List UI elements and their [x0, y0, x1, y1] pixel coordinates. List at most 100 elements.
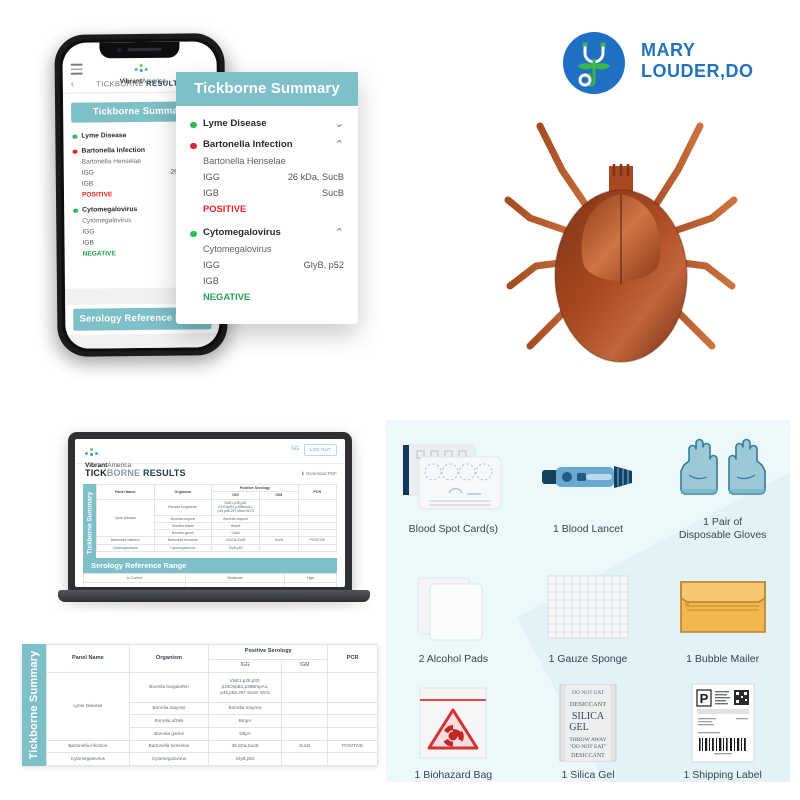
cell-panel-name: Bartonella infection [46, 739, 130, 754]
cell-igm [259, 543, 299, 552]
results-detail-table: Tickborne Summary Panel Name Organism Po… [22, 644, 378, 766]
cell-igm [259, 521, 299, 531]
tick-illustration [478, 108, 764, 370]
cell-igm [280, 714, 329, 728]
chevron-up-icon[interactable]: ⌃ [335, 225, 344, 241]
kit-item: DO NOT EAT DESICCANT SILICA GEL THROW AW… [521, 681, 656, 782]
table-row: Cytomegalovirus Cytomegalovirus GlyB,p52 [96, 543, 338, 552]
igg-label: IGG [82, 228, 95, 236]
status-dot-green [72, 134, 77, 139]
user-initials-badge[interactable]: GG [291, 446, 299, 452]
panel-name: Bartonella Infection [81, 146, 146, 155]
blood-spot-card-icon [401, 435, 505, 519]
kit-item: 1 Biohazard Bag [386, 681, 521, 782]
cell-organism: Cytomegalovirus [153, 543, 213, 552]
igg-value: GlyB, p52 [303, 260, 344, 270]
alcohol-pads-icon [408, 565, 498, 649]
svg-text:P: P [699, 691, 708, 706]
table-row: Lyme Disease Borrelia burgdorferi VlsE1,… [96, 498, 338, 538]
gauze-sponge-icon [545, 565, 631, 649]
chevron-down-icon[interactable]: ⌄ [335, 116, 344, 132]
logo-circle [563, 32, 625, 94]
cell-igm: SucB [280, 739, 329, 754]
svg-text:DO NOT EAT: DO NOT EAT [572, 690, 605, 696]
title-part-tick: TICK [85, 468, 107, 478]
tickborne-summary-card: Tickborne Summary Lyme Disease ⌄ Bartone… [176, 72, 358, 324]
kit-item: 1 Blood Lancet [521, 420, 656, 551]
cell-igg: Borrelia mayonii [211, 514, 261, 523]
cell-organism: Borrelia mayonii [153, 514, 213, 523]
title-part-borne: BORNE [106, 468, 144, 478]
cell-igm [259, 498, 299, 516]
cell-pcr [297, 498, 338, 516]
page-root: VibrantAmerica ‹ TICKBORNE RESULTS Tickb… [0, 0, 800, 800]
svg-text:DESICCANT: DESICCANT [571, 753, 605, 759]
detail-table: Panel Name Organism Positive Serology PC… [46, 644, 378, 766]
cell-pcr: POSITIVE [327, 739, 378, 754]
cell-organism: Bartonella henselae [128, 739, 210, 754]
col-igm: IGM [280, 658, 329, 673]
cell-organism: Bartonella henselae [153, 536, 213, 545]
download-pdf-label: Download PDF [306, 471, 337, 476]
laptop-lid: VibrantAmerica GG LOG OUT TICKBORNE RESU… [68, 432, 352, 594]
kit-item: 1 Pair of Disposable Gloves [655, 420, 790, 551]
col-igg: IGG [211, 491, 261, 501]
kit-item-label-line1: 1 Pair of [703, 516, 743, 529]
kit-item-label: 1 Shipping Label [683, 769, 762, 781]
kit-item-label: 1 Bubble Mailer [686, 653, 760, 666]
cell-igg: DbpA [208, 726, 282, 741]
download-pdf-button[interactable]: ⬇ Download PDF [301, 471, 337, 477]
table-row: Bartonella infection Bartonella henselae… [46, 739, 378, 754]
blood-lancet-icon [536, 435, 640, 519]
col-high: High [284, 572, 337, 583]
panel-name: Lyme Disease [81, 132, 127, 140]
serology-reference-range-table: In Control Moderate High [83, 572, 337, 587]
col-panel-name: Panel Name [46, 644, 130, 673]
status-badge-negative: NEGATIVE [203, 291, 251, 302]
cell-igg: DbpA [211, 529, 261, 538]
card-body: Lyme Disease ⌄ Bartonella Infection ⌃ Ba… [176, 106, 358, 305]
list-item-cytomegalovirus[interactable]: Cytomegalovirus ⌃ [190, 225, 344, 241]
cell-panel-name: Bartonella infection [96, 536, 155, 545]
list-item-lyme-disease[interactable]: Lyme Disease ⌄ [190, 116, 344, 132]
hamburger-menu-icon[interactable] [70, 63, 83, 78]
marker-row-igb: IGB SucB [190, 185, 344, 201]
chevron-left-icon[interactable]: ‹ [71, 79, 74, 89]
log-out-button[interactable]: LOG OUT [304, 444, 337, 456]
list-item-bartonella-infection[interactable]: Bartonella Infection ⌃ [190, 137, 344, 153]
cell-organism: Borrelia burgdorferi [128, 671, 210, 703]
cell-organism: Borrelia garinii [153, 529, 213, 538]
organism-name: Cytomegalovirus [82, 217, 132, 225]
sidebar-label: Tickborne Summary [28, 650, 40, 760]
cell-igm: SucB [259, 536, 299, 545]
table-row [83, 581, 337, 587]
results-table: Panel Name Organism Positive Serology PC… [96, 483, 338, 552]
cell-pcr [297, 529, 338, 538]
kit-item-label: 1 Blood Lancet [552, 522, 624, 535]
kit-item: 1 Gauze Sponge [521, 551, 656, 682]
status-row: NEGATIVE [190, 289, 344, 305]
laptop-shadow [58, 602, 370, 608]
cell-igg: 26 kDa,SucB [211, 536, 261, 545]
cell-igm [280, 671, 329, 703]
cell-panel-name: Cytomegalovirus [46, 752, 130, 766]
table-row: Cytomegalovirus Cytomegalovirus GlyB,p52 [46, 752, 378, 766]
status-dot-green [73, 208, 78, 213]
shipping-label-icon: P [690, 681, 756, 765]
vibrant-mark-icon [134, 63, 151, 73]
igb-label: IGB [81, 180, 94, 188]
portal-topbar: VibrantAmerica GG LOG OUT [75, 439, 345, 469]
vibrant-mark-icon [85, 448, 101, 457]
organism-name: Bartonella Henselae [203, 156, 286, 166]
cell-igg: BmpA [211, 521, 261, 531]
panel-name: Bartonella Infection [203, 139, 293, 150]
igg-label: IGG [203, 172, 220, 182]
status-dot-green [190, 121, 197, 128]
kit-item-label: 1 Gauze Sponge [548, 653, 628, 666]
chevron-up-icon[interactable]: ⌃ [335, 137, 344, 153]
status-badge-positive: POSITIVE [203, 203, 247, 214]
doctor-name: MARY LOUDER,DO [641, 40, 754, 82]
igb-label: IGB [82, 239, 94, 247]
kit-item-label: Blood Spot Card(s) [408, 522, 498, 535]
spacer-band [65, 333, 220, 349]
